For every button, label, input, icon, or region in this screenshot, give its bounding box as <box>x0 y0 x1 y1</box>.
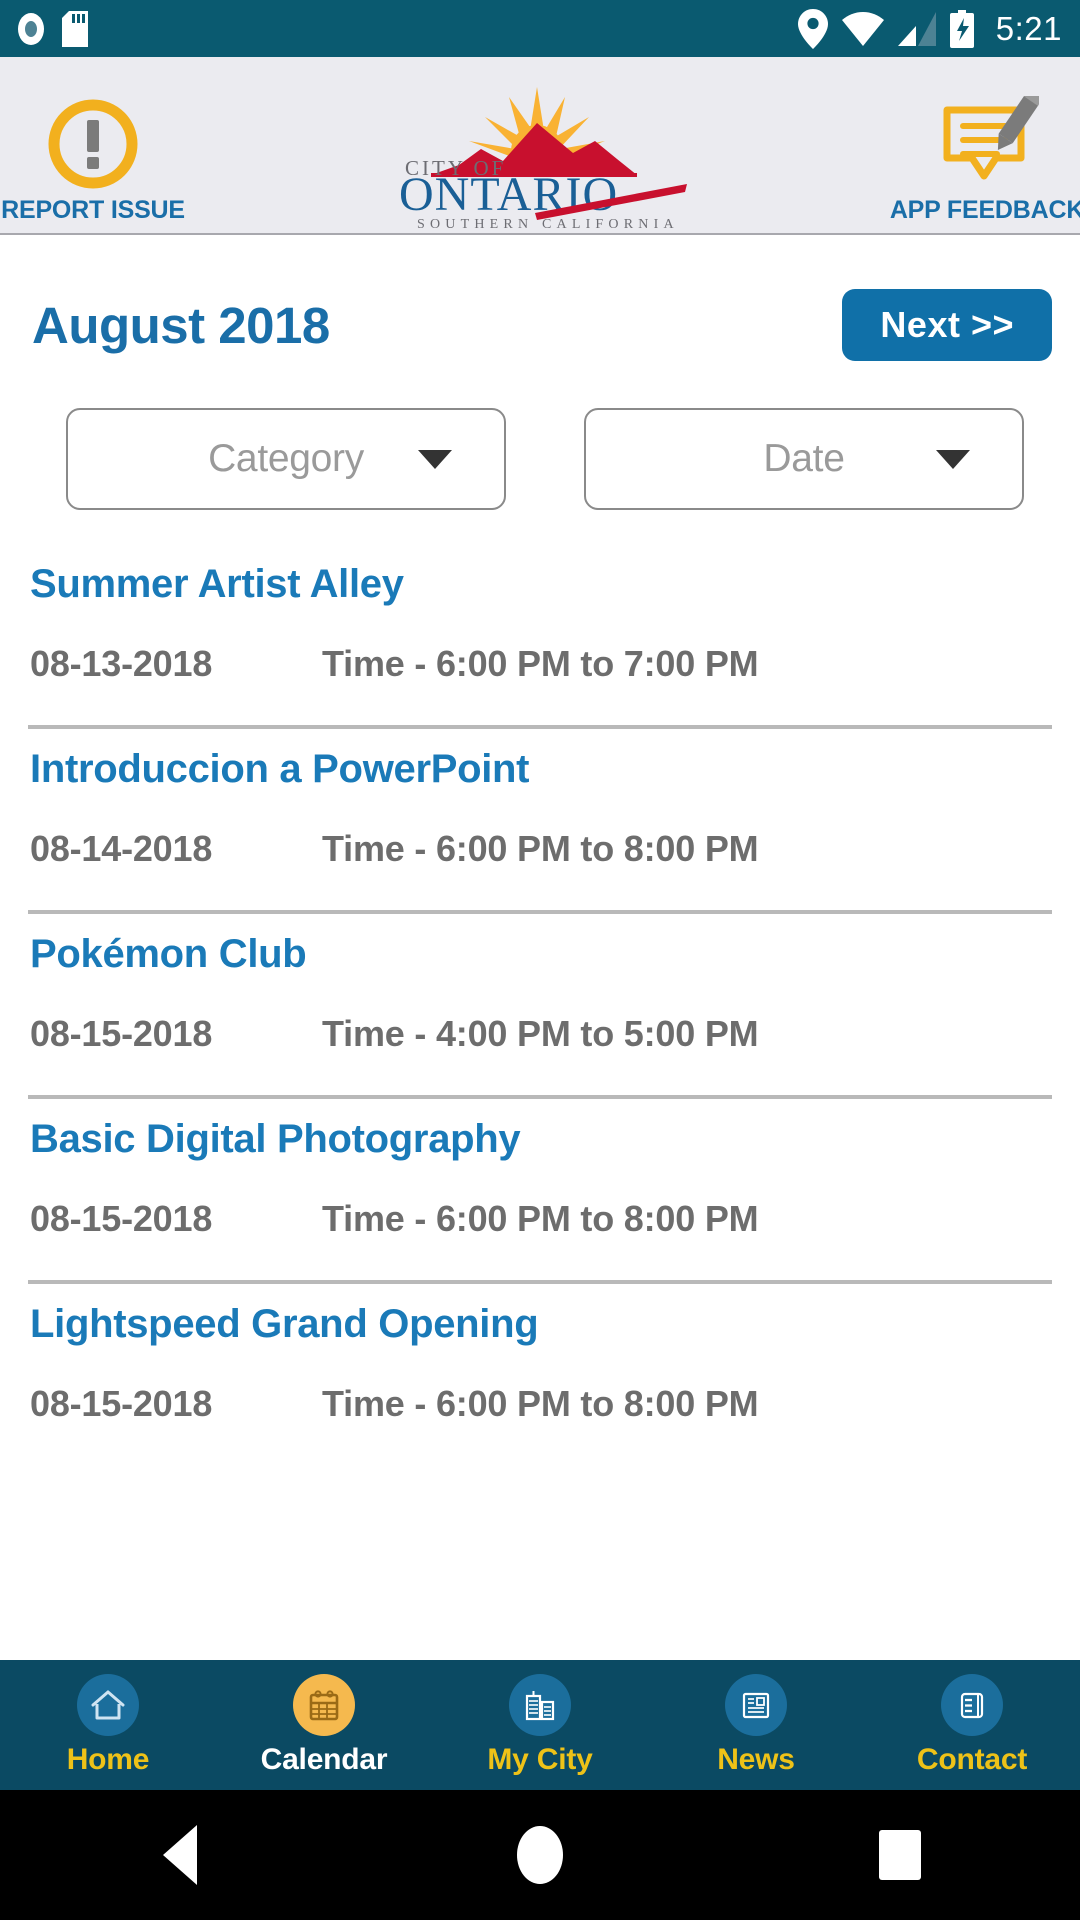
app-screen: 5:21 REPORT ISSUE CITY OF ONTARIO SOUTHE… <box>0 0 1080 1920</box>
android-recents-button[interactable] <box>840 1790 960 1920</box>
event-time: Time - 6:00 PM to 7:00 PM <box>322 643 759 684</box>
event-time: Time - 6:00 PM to 8:00 PM <box>322 828 759 869</box>
nav-label-contact: Contact <box>916 1742 1028 1776</box>
event-date: 08-14-2018 <box>30 828 213 869</box>
bottom-navigation: Home Calendar My City News Contact <box>0 1660 1080 1790</box>
home-icon <box>77 1673 139 1736</box>
buildings-icon <box>509 1673 571 1736</box>
nav-item-contact[interactable]: Contact <box>864 1673 1080 1777</box>
city-of-ontario-logo: CITY OF ONTARIO SOUTHERN CALIFORNIA <box>186 57 894 233</box>
battery-charging-icon <box>949 9 974 48</box>
feedback-pencil-icon <box>935 92 1039 196</box>
wifi-icon <box>841 11 884 46</box>
svg-text:ONTARIO: ONTARIO <box>399 168 618 221</box>
nav-label-my-city: My City <box>487 1742 593 1776</box>
nav-label-home: Home <box>66 1742 150 1776</box>
report-issue-button[interactable]: REPORT ISSUE <box>0 57 186 233</box>
chevron-down-icon <box>418 449 452 469</box>
app-feedback-button[interactable]: APP FEEDBACK <box>890 57 1080 233</box>
event-meta: 08-13-2018 Time - 6:00 PM to 7:00 PM <box>28 643 1052 685</box>
event-title: Introduccion a PowerPoint <box>30 747 530 791</box>
sd-card-icon <box>62 10 88 47</box>
category-dropdown[interactable]: Category <box>66 408 506 510</box>
nav-item-calendar[interactable]: Calendar <box>216 1673 432 1777</box>
recents-square-icon <box>879 1830 921 1880</box>
list-item[interactable]: Introduccion a PowerPoint 08-14-2018 Tim… <box>28 729 1052 914</box>
list-item[interactable]: Basic Digital Photography 08-15-2018 Tim… <box>28 1099 1052 1284</box>
event-meta: 08-15-2018 Time - 4:00 PM to 5:00 PM <box>28 1013 1052 1055</box>
android-navigation-bar <box>0 1790 1080 1920</box>
back-triangle-icon <box>163 1825 197 1885</box>
record-icon <box>14 12 48 46</box>
status-bar: 5:21 <box>0 0 1080 57</box>
app-header: REPORT ISSUE CITY OF ONTARIO SOUTHERN CA… <box>0 57 1080 235</box>
home-circle-icon <box>517 1826 563 1884</box>
event-meta: 08-14-2018 Time - 6:00 PM to 8:00 PM <box>28 828 1052 870</box>
location-pin-icon <box>797 8 828 49</box>
event-date: 08-13-2018 <box>30 643 213 684</box>
newspaper-icon <box>725 1673 787 1736</box>
event-time: Time - 6:00 PM to 8:00 PM <box>322 1198 759 1239</box>
event-date: 08-15-2018 <box>30 1383 213 1424</box>
nav-item-home[interactable]: Home <box>0 1673 216 1777</box>
month-bar: August 2018 Next >> <box>0 235 1080 361</box>
event-meta: 08-15-2018 Time - 6:00 PM to 8:00 PM <box>28 1383 1052 1425</box>
chevron-down-icon <box>936 449 970 469</box>
event-title: Lightspeed Grand Opening <box>30 1302 539 1346</box>
status-bar-right-icons: 5:21 <box>797 8 1062 49</box>
calendar-icon <box>293 1673 355 1736</box>
nav-item-news[interactable]: News <box>648 1673 864 1777</box>
date-dropdown-label: Date <box>763 437 845 480</box>
list-item[interactable]: Pokémon Club 08-15-2018 Time - 4:00 PM t… <box>28 914 1052 1099</box>
alert-exclamation-icon <box>45 92 141 196</box>
svg-text:SOUTHERN CALIFORNIA: SOUTHERN CALIFORNIA <box>417 217 679 229</box>
next-month-button[interactable]: Next >> <box>842 289 1052 361</box>
nav-label-news: News <box>717 1742 795 1776</box>
nav-item-my-city[interactable]: My City <box>432 1673 648 1777</box>
event-title: Basic Digital Photography <box>30 1117 521 1161</box>
nav-label-calendar: Calendar <box>260 1742 388 1776</box>
page-title: August 2018 <box>32 296 330 354</box>
event-title: Summer Artist Alley <box>30 562 404 606</box>
event-meta: 08-15-2018 Time - 6:00 PM to 8:00 PM <box>28 1198 1052 1240</box>
date-dropdown[interactable]: Date <box>584 408 1024 510</box>
event-date: 08-15-2018 <box>30 1198 213 1239</box>
status-bar-left-icons <box>14 10 88 47</box>
event-time: Time - 6:00 PM to 8:00 PM <box>322 1383 759 1424</box>
event-time: Time - 4:00 PM to 5:00 PM <box>322 1013 759 1054</box>
app-feedback-label: APP FEEDBACK <box>889 196 1080 224</box>
status-bar-clock: 5:21 <box>995 10 1062 47</box>
contact-book-icon <box>941 1673 1003 1736</box>
android-home-button[interactable] <box>480 1790 600 1920</box>
event-list: Summer Artist Alley 08-13-2018 Time - 6:… <box>0 544 1080 1425</box>
cell-signal-icon <box>897 11 936 46</box>
android-back-button[interactable] <box>120 1790 240 1920</box>
filter-row: Category Date <box>0 361 1080 510</box>
report-issue-label: REPORT ISSUE <box>1 196 185 224</box>
event-title: Pokémon Club <box>30 932 307 976</box>
category-dropdown-label: Category <box>208 437 364 480</box>
list-item[interactable]: Lightspeed Grand Opening 08-15-2018 Time… <box>28 1284 1052 1425</box>
list-item[interactable]: Summer Artist Alley 08-13-2018 Time - 6:… <box>28 544 1052 729</box>
event-date: 08-15-2018 <box>30 1013 213 1054</box>
